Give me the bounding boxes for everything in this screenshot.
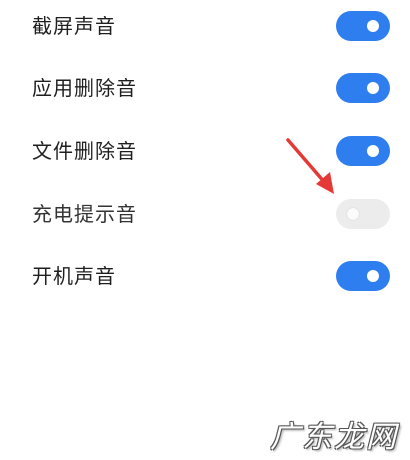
- watermark: 广东龙网: [260, 410, 400, 455]
- setting-label: 开机声音: [32, 264, 116, 288]
- app-delete-sound-toggle[interactable]: [336, 73, 390, 103]
- setting-row-file-delete-sound[interactable]: 文件删除音: [0, 120, 410, 182]
- watermark-text: 广东龙网: [270, 420, 398, 455]
- setting-label: 截屏声音: [32, 14, 116, 38]
- setting-label: 应用删除音: [32, 76, 137, 100]
- screenshot-sound-toggle[interactable]: [336, 11, 390, 41]
- setting-row-charging-sound[interactable]: 充电提示音: [0, 183, 410, 245]
- setting-row-boot-sound[interactable]: 开机声音: [0, 245, 410, 307]
- boot-sound-toggle[interactable]: [336, 261, 390, 291]
- file-delete-sound-toggle[interactable]: [336, 136, 390, 166]
- setting-label: 文件删除音: [32, 139, 137, 163]
- toggle-knob: [367, 145, 379, 157]
- charging-sound-toggle[interactable]: [336, 199, 390, 229]
- toggle-knob: [367, 20, 379, 32]
- setting-label: 充电提示音: [32, 202, 137, 226]
- setting-row-screenshot-sound[interactable]: 截屏声音: [0, 0, 410, 57]
- toggle-knob: [347, 208, 359, 220]
- toggle-knob: [367, 270, 379, 282]
- sound-settings-screen: 截屏声音 应用删除音 文件删除音 充电提示音 开机声音 广东龙网: [0, 0, 410, 460]
- toggle-knob: [367, 82, 379, 94]
- red-arrow-icon: [286, 138, 334, 194]
- setting-row-app-delete-sound[interactable]: 应用删除音: [0, 57, 410, 119]
